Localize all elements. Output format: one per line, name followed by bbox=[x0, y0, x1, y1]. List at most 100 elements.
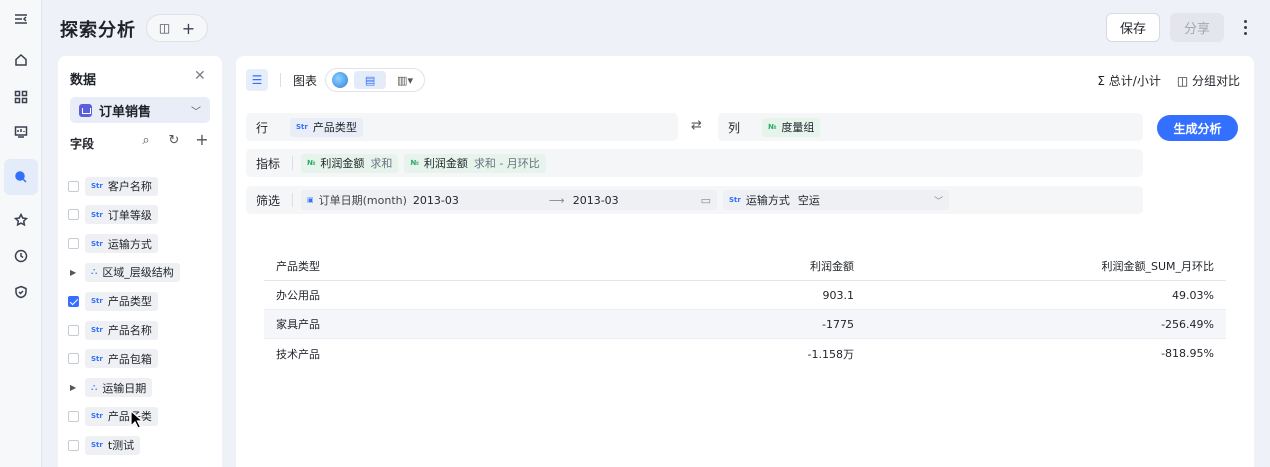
field-item[interactable]: Str 客户名称 bbox=[68, 176, 158, 196]
field-chip[interactable]: Str t测试 bbox=[85, 435, 141, 455]
table-cell: 49.03% bbox=[1172, 288, 1214, 302]
metrics-label: 指标 bbox=[256, 156, 281, 171]
field-checkbox[interactable] bbox=[68, 180, 79, 192]
share-button[interactable]: 分享 bbox=[1170, 13, 1224, 42]
bar-chart-icon[interactable]: ▥▾ bbox=[392, 74, 418, 87]
metric-chip[interactable]: № 利润金额 求和 - 月环比 bbox=[404, 153, 546, 173]
table-cell: -1.158万 bbox=[807, 347, 854, 361]
add-field-icon[interactable]: + bbox=[194, 130, 210, 149]
string-type-icon: Str bbox=[729, 196, 741, 204]
explore-icon[interactable] bbox=[4, 159, 38, 195]
total-subtotal-button[interactable]: Σ 总计/小计 bbox=[1097, 72, 1160, 89]
layout-toggle-icon[interactable]: ◫ bbox=[159, 21, 170, 35]
table-cell: 903.1 bbox=[822, 288, 855, 302]
date-filter[interactable]: ▣ 订单日期(month) 2013-03 ⟶ 2013-03 ▭ bbox=[301, 190, 717, 210]
fields-label: 字段 bbox=[70, 137, 95, 151]
date-type-icon: ▣ bbox=[307, 196, 314, 204]
chevron-down-icon: ﹀ bbox=[191, 106, 201, 118]
expand-icon[interactable]: ▶ bbox=[68, 383, 79, 392]
analysis-area: ☰ 图表 ▤ ▥▾ Σ 总计/小计 ◫ 分组对比 行 Str 产品类型 ⇄ 列 №… bbox=[236, 56, 1254, 467]
columns-shelf[interactable]: 列 № 度量组 bbox=[718, 113, 1143, 141]
close-icon[interactable]: ✕ bbox=[194, 68, 206, 84]
field-item[interactable]: Str t测试 bbox=[68, 435, 141, 455]
rows-label: 行 bbox=[256, 120, 269, 135]
view-toolbar: ☰ 图表 ▤ ▥▾ bbox=[246, 68, 426, 92]
date-to-input[interactable]: 2013-03 bbox=[573, 194, 701, 207]
metric-agg: 求和 bbox=[370, 157, 393, 170]
shield-icon[interactable] bbox=[9, 280, 33, 304]
field-chip[interactable]: Str 客户名称 bbox=[85, 176, 158, 196]
ship-filter[interactable]: Str 运输方式 空运 ﹀ bbox=[723, 190, 949, 210]
date-from-input[interactable]: 2013-03 bbox=[413, 194, 549, 207]
field-name: 区域_层级结构 bbox=[102, 266, 174, 280]
expand-icon[interactable]: ▶ bbox=[68, 268, 79, 277]
table-cell: 办公用品 bbox=[276, 289, 320, 302]
field-item[interactable]: Str 产品名称 bbox=[68, 320, 158, 340]
field-chip[interactable]: Str 产品子类 bbox=[85, 406, 158, 426]
string-type-icon: Str bbox=[91, 182, 103, 190]
clock-icon[interactable] bbox=[9, 244, 33, 268]
search-icon[interactable]: ⌕ bbox=[138, 133, 154, 149]
column-header[interactable]: 利润金额 bbox=[594, 258, 854, 274]
field-item[interactable]: Str 产品子类 bbox=[68, 406, 158, 426]
list-view-icon[interactable]: ☰ bbox=[246, 69, 268, 91]
ship-field-name: 运输方式 bbox=[745, 194, 790, 207]
field-item[interactable]: Str 订单等级 bbox=[68, 205, 158, 225]
swap-icon[interactable]: ⇄ bbox=[691, 118, 702, 133]
field-item[interactable]: Str 产品包箱 bbox=[68, 349, 158, 369]
apps-icon[interactable] bbox=[9, 85, 33, 109]
column-header[interactable]: 产品类型 bbox=[264, 258, 594, 274]
field-checkbox[interactable] bbox=[68, 238, 79, 250]
field-item[interactable]: Str 运输方式 bbox=[68, 234, 158, 254]
filter-shelf[interactable]: 筛选 ▣ 订单日期(month) 2013-03 ⟶ 2013-03 ▭ Str… bbox=[246, 186, 1143, 214]
dashboard-icon[interactable] bbox=[9, 120, 33, 144]
column-field-chip[interactable]: № 度量组 bbox=[762, 117, 821, 137]
table-chart-icon[interactable]: ▤ bbox=[354, 71, 387, 89]
dataset-select[interactable]: 订单销售 ﹀ bbox=[70, 97, 210, 123]
field-checkbox[interactable] bbox=[68, 324, 79, 336]
columns-label: 列 bbox=[728, 120, 741, 135]
save-button[interactable]: 保存 bbox=[1106, 13, 1160, 42]
field-chip[interactable]: Str 运输方式 bbox=[85, 234, 158, 254]
group-compare-button[interactable]: ◫ 分组对比 bbox=[1177, 72, 1240, 89]
field-chip[interactable]: ⛬ 运输日期 bbox=[85, 378, 153, 398]
field-tools: ⌕ ↻ + bbox=[138, 130, 210, 149]
field-checkbox[interactable] bbox=[68, 410, 79, 422]
add-icon[interactable]: + bbox=[182, 19, 195, 38]
rows-shelf[interactable]: 行 Str 产品类型 bbox=[246, 113, 678, 141]
generate-analysis-button[interactable]: 生成分析 bbox=[1157, 115, 1238, 141]
total-subtotal-label: 总计/小计 bbox=[1108, 74, 1161, 88]
field-checkbox[interactable] bbox=[68, 353, 79, 365]
number-type-icon: № bbox=[410, 159, 419, 167]
star-icon[interactable] bbox=[9, 208, 33, 232]
field-checkbox[interactable] bbox=[68, 439, 79, 451]
metrics-shelf[interactable]: 指标 № 利润金额 求和 № 利润金额 求和 - 月环比 bbox=[246, 149, 1143, 177]
field-chip[interactable]: Str 产品类型 bbox=[85, 291, 158, 311]
menu-fold-icon[interactable] bbox=[9, 7, 33, 31]
row-field-chip[interactable]: Str 产品类型 bbox=[290, 117, 363, 137]
home-icon[interactable] bbox=[9, 48, 33, 72]
table-cell: -818.95% bbox=[1161, 347, 1214, 360]
metric-name: 利润金额 bbox=[423, 157, 468, 170]
ship-value: 空运 bbox=[797, 194, 820, 207]
metric-chip[interactable]: № 利润金额 求和 bbox=[301, 153, 399, 173]
field-name: 订单等级 bbox=[107, 208, 152, 222]
chart-label: 图表 bbox=[293, 73, 318, 88]
refresh-icon[interactable]: ↻ bbox=[166, 133, 182, 149]
more-icon[interactable] bbox=[1238, 14, 1252, 40]
field-chip[interactable]: Str 产品名称 bbox=[85, 320, 158, 340]
field-checkbox[interactable] bbox=[68, 209, 79, 221]
string-type-icon: Str bbox=[91, 210, 103, 219]
field-checkbox[interactable] bbox=[68, 295, 79, 307]
field-item[interactable]: Str 产品类型 bbox=[68, 291, 158, 311]
field-chip[interactable]: Str 订单等级 bbox=[85, 205, 158, 225]
ai-globe-icon[interactable] bbox=[332, 72, 349, 88]
field-chip[interactable]: Str 产品包箱 bbox=[85, 349, 158, 369]
field-chip[interactable]: ⛬ 区域_层级结构 bbox=[85, 262, 180, 282]
field-name: t测试 bbox=[107, 439, 135, 453]
nav-rail bbox=[0, 0, 42, 467]
field-item[interactable]: ▶ ⛬ 运输日期 bbox=[68, 378, 153, 398]
field-item[interactable]: ▶ ⛬ 区域_层级结构 bbox=[68, 262, 180, 282]
calendar-icon[interactable]: ▭ bbox=[701, 194, 711, 207]
column-header[interactable]: 利润金额_SUM_月环比 bbox=[854, 258, 1214, 274]
